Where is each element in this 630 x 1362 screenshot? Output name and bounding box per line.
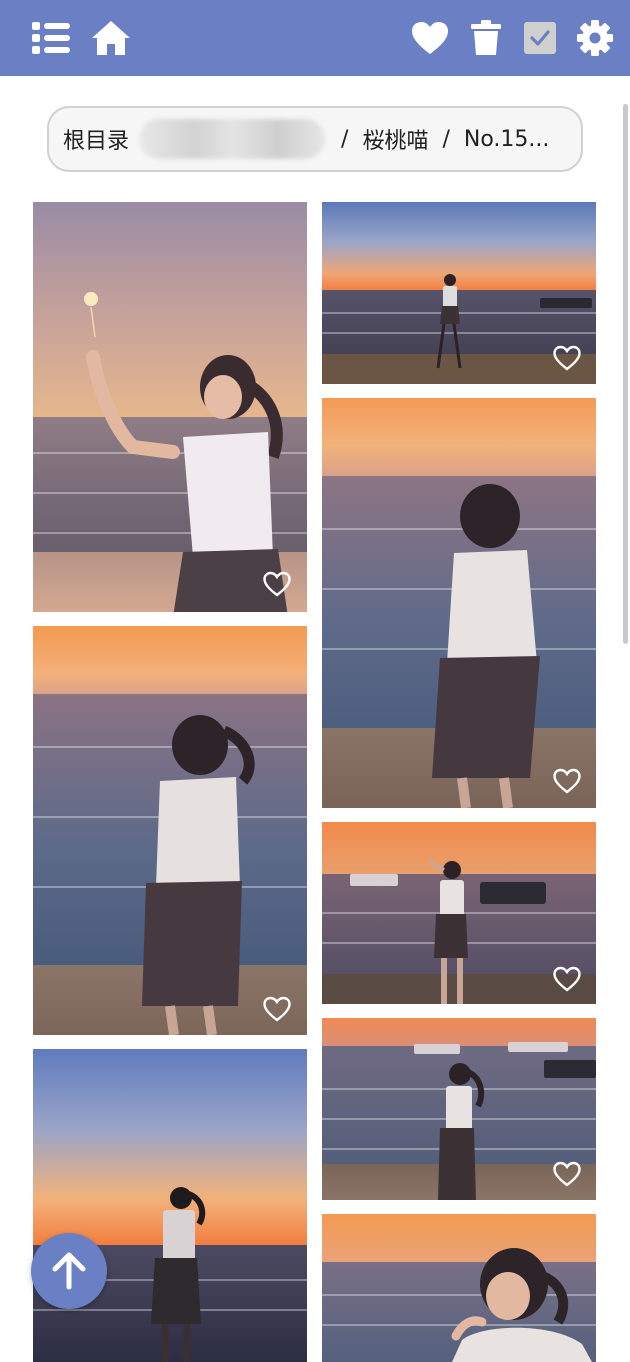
photo-beach-wide[interactable]	[322, 202, 596, 384]
trash-icon[interactable]	[464, 16, 508, 60]
gear-icon[interactable]	[573, 16, 617, 60]
favorite-heart-icon[interactable]	[262, 570, 292, 598]
photo-girl-back[interactable]	[322, 398, 596, 808]
photo-girl-side[interactable]	[33, 626, 307, 1035]
breadcrumb-folder[interactable]: 桜桃喵	[362, 123, 428, 155]
favorite-heart-icon[interactable]	[552, 965, 582, 993]
checkbox-icon[interactable]	[518, 16, 562, 60]
breadcrumb-separator: /	[442, 126, 450, 152]
arrow-up-icon	[52, 1252, 86, 1290]
page-scrollbar[interactable]	[623, 104, 628, 644]
photo-silhouette[interactable]	[33, 1049, 307, 1362]
list-icon[interactable]	[29, 16, 73, 60]
favorite-heart-icon[interactable]	[262, 995, 292, 1023]
favorite-heart-icon[interactable]	[552, 344, 582, 372]
breadcrumb-album: No.15...	[463, 126, 550, 152]
breadcrumb-blurred-segment	[139, 119, 326, 159]
home-icon[interactable]	[89, 16, 133, 60]
photo-sparkler[interactable]	[33, 202, 307, 612]
photo-boat-salute[interactable]	[322, 822, 596, 1004]
photo-boats-profile[interactable]	[322, 1018, 596, 1200]
favorite-heart-icon[interactable]	[552, 767, 582, 795]
top-toolbar	[0, 0, 630, 76]
favorite-heart-icon[interactable]	[552, 1160, 582, 1188]
photo-closeup[interactable]	[322, 1214, 596, 1362]
heart-icon[interactable]	[408, 16, 452, 60]
breadcrumb: 根目录 / 桜桃喵 / No.15...	[47, 106, 583, 172]
breadcrumb-separator: /	[341, 126, 349, 152]
breadcrumb-root[interactable]: 根目录	[63, 123, 129, 155]
back-to-top-button[interactable]	[31, 1233, 107, 1309]
